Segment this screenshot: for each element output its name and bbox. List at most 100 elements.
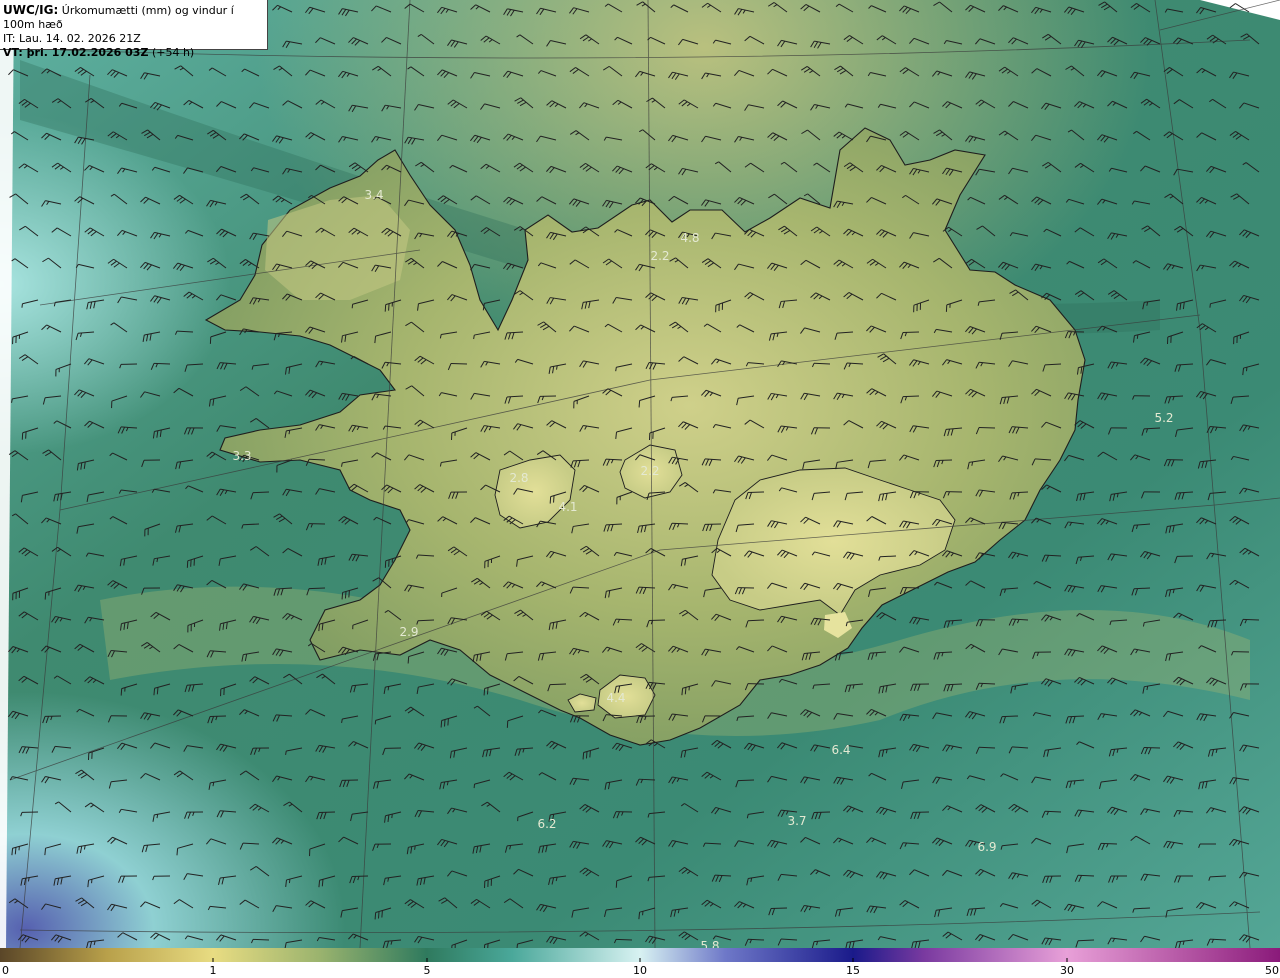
wind-barb-icon <box>813 362 831 365</box>
label-westfjords-north: 3.4 <box>364 188 383 202</box>
wind-barb-feather <box>153 688 156 696</box>
colorbar-tick-50: 50 <box>1265 964 1279 977</box>
wind-barb-icon <box>1001 715 1019 718</box>
wind-barb-feather <box>288 430 291 435</box>
it-label: IT: <box>3 32 16 45</box>
vt-offset: (+54 h) <box>151 46 195 59</box>
wind-barb-icon <box>902 395 920 398</box>
wind-barb-feather <box>483 688 486 696</box>
wind-barb-feather <box>87 880 90 888</box>
wind-barb-icon <box>770 907 788 910</box>
label-bottom-edge: 5.8 <box>700 939 719 948</box>
wind-barb-icon <box>308 458 326 461</box>
wind-barb-feather <box>1209 303 1211 308</box>
wind-barb-feather <box>212 782 215 787</box>
wind-barb-feather <box>447 718 449 726</box>
vt-label: VT: þri. 17.02.2026 03Z <box>3 46 149 59</box>
model-name: UWC/IG: <box>3 3 59 17</box>
wind-barb-feather <box>553 495 555 503</box>
wind-barb-icon <box>648 619 666 622</box>
wind-barb-feather <box>381 910 383 918</box>
wind-barb-feather <box>11 848 14 856</box>
wind-barb-feather <box>440 720 443 728</box>
header-title-line: UWC/IG: Úrkomumætti (mm) og vindur í 100… <box>3 3 267 32</box>
wind-barb-icon <box>615 938 633 941</box>
wind-barb-feather <box>681 688 684 696</box>
colorbar <box>0 948 1280 962</box>
label-south-sea-mid: 3.7 <box>787 814 806 828</box>
wind-barb-feather <box>414 845 416 850</box>
wind-barb-feather <box>176 848 179 856</box>
label-eyjafjordur: 4.8 <box>680 231 699 245</box>
wind-barb-icon <box>549 683 567 686</box>
wind-barb-feather <box>387 686 390 691</box>
wind-barb-icon <box>945 683 963 686</box>
label-myrdalsjokull: 4.4 <box>606 691 625 705</box>
wind-barb-feather <box>156 687 159 695</box>
wind-barb-feather <box>341 592 344 600</box>
colorbar-tick-15: 15 <box>846 964 860 977</box>
wind-barb-feather <box>44 848 47 856</box>
wind-barb-feather <box>407 656 410 664</box>
map-header: UWC/IG: Úrkomumætti (mm) og vindur í 100… <box>0 0 268 59</box>
colorbar-tick-1: 1 <box>209 964 217 977</box>
wind-barb-icon <box>153 362 171 365</box>
colorbar-tick-10: 10 <box>633 964 647 977</box>
wind-barb-icon <box>450 362 468 365</box>
label-hofsjokull: 2.2 <box>640 464 659 478</box>
wind-barb-icon <box>1242 618 1260 621</box>
label-southeast-sea: 6.9 <box>977 840 996 854</box>
wind-barb-icon <box>417 619 435 622</box>
label-south-sea-west: 6.2 <box>537 817 556 831</box>
wind-barb-feather <box>615 367 617 372</box>
wind-barb-feather <box>14 847 17 855</box>
wind-barb-feather <box>11 398 13 403</box>
wind-barb-feather <box>374 912 377 920</box>
label-east-sea: 5.2 <box>1154 411 1173 425</box>
wind-barb-feather <box>444 719 446 727</box>
wind-barb-feather <box>589 750 591 758</box>
label-langjokull-south: 4.1 <box>558 500 577 514</box>
wind-barb-icon <box>252 491 270 494</box>
wind-barb-icon <box>308 587 326 590</box>
header-it-line: IT: Lau. 14. 02. 2026 21Z <box>3 32 267 46</box>
wind-barb-icon <box>737 779 755 782</box>
it-value: Lau. 14. 02. 2026 21Z <box>18 32 141 45</box>
colorbar-tick-30: 30 <box>1060 964 1074 977</box>
wind-barb-icon <box>747 938 765 941</box>
label-trollaskagi: 2.2 <box>650 249 669 263</box>
wind-barb-icon <box>1100 842 1118 845</box>
label-snaefellsnes: 3.3 <box>232 449 251 463</box>
wind-barb-feather <box>285 750 287 755</box>
wind-barb-feather <box>638 912 641 920</box>
wind-barb-feather <box>585 751 588 759</box>
wind-barb-feather <box>377 911 380 919</box>
label-langjokull: 2.8 <box>509 471 528 485</box>
wind-barb-feather <box>374 336 377 344</box>
wind-barb-feather <box>684 687 687 695</box>
wind-barb-icon <box>318 811 336 814</box>
colorbar-tick-0: 0 <box>2 964 9 977</box>
wind-barb-icon <box>252 938 270 941</box>
wind-barb-icon <box>813 811 831 814</box>
wind-barb-feather <box>21 303 23 308</box>
wind-barb-icon <box>902 586 920 589</box>
wind-barb-feather <box>638 400 641 408</box>
colorbar-tick-5: 5 <box>423 964 431 977</box>
wind-barb-feather <box>318 880 321 888</box>
header-vt-line: VT: þri. 17.02.2026 03Z (+54 h) <box>3 46 267 60</box>
wind-barb-feather <box>1136 334 1139 339</box>
label-reykjanes: 2.9 <box>399 625 418 639</box>
wind-barb-feather <box>341 718 343 724</box>
wind-barb-feather <box>486 687 489 695</box>
wind-barb-feather <box>556 365 558 370</box>
wind-barb-feather <box>582 752 585 760</box>
forecast-map: 3.4 2.2 4.8 5.2 3.3 2.8 4.1 2.2 2.9 4.4 … <box>0 0 1280 948</box>
wind-barb-feather <box>473 334 475 340</box>
wind-barb-feather <box>348 590 350 598</box>
wind-barb-feather <box>321 879 324 887</box>
wind-barb-feather <box>549 496 552 504</box>
wind-barb-icon <box>209 715 227 718</box>
map-canvas: 3.4 2.2 4.8 5.2 3.3 2.8 4.1 2.2 2.9 4.4 … <box>0 0 1280 948</box>
wind-barb-feather <box>344 591 347 599</box>
